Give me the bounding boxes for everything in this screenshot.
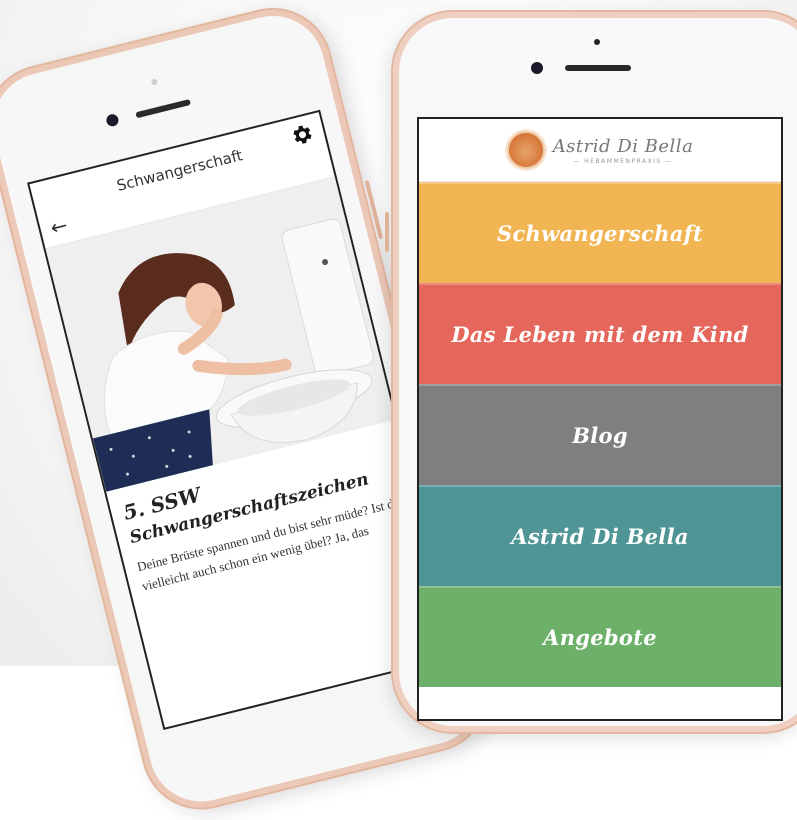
menu-item-angebote[interactable]: Angebote — [419, 586, 781, 687]
brand-header: Astrid Di Bella — HEBAMMENPRAXIS — — [419, 119, 781, 182]
menu-item-blog[interactable]: Blog — [419, 384, 781, 485]
right-phone-camera — [531, 62, 543, 74]
back-arrow-icon[interactable]: ← — [48, 213, 70, 240]
brand-name: Astrid Di Bella — [552, 135, 694, 157]
right-phone-speaker — [565, 65, 631, 71]
logo-circle-icon — [506, 131, 545, 169]
menu-item-leben-mit-kind[interactable]: Das Leben mit dem Kind — [419, 283, 781, 384]
menu-item-schwangerschaft[interactable]: Schwangerschaft — [419, 182, 781, 283]
right-phone: Astrid Di Bella — HEBAMMENPRAXIS — Schwa… — [385, 12, 797, 732]
brand-subtitle: — HEBAMMENPRAXIS — — [573, 157, 673, 165]
right-phone-sensor — [594, 39, 600, 45]
menu-item-astrid-di-bella[interactable]: Astrid Di Bella — [419, 485, 781, 586]
right-phone-screen: Astrid Di Bella — HEBAMMENPRAXIS — Schwa… — [417, 117, 783, 721]
right-phone-side-button — [385, 212, 389, 252]
brand-logo-text: Astrid Di Bella — HEBAMMENPRAXIS — — [553, 136, 694, 165]
